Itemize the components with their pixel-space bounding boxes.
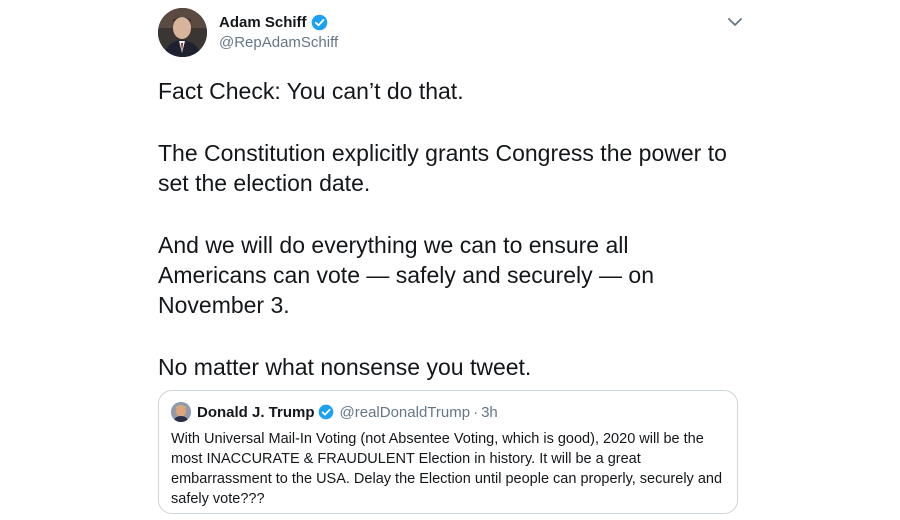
author-name[interactable]: Adam Schiff bbox=[219, 14, 307, 31]
tweet-header: Adam Schiff @RepAdamSchiff bbox=[158, 4, 748, 60]
quoted-tweet-text: With Universal Mail-In Voting (not Absen… bbox=[171, 431, 723, 507]
quoted-author-name: Donald J. Trump bbox=[197, 403, 315, 421]
verified-badge-icon bbox=[318, 404, 334, 420]
quoted-timestamp: 3h bbox=[481, 403, 498, 421]
quoted-tweet[interactable]: Donald J. Trump @realDonaldTrump · 3h Wi… bbox=[158, 390, 738, 514]
tweet-paragraph: The Constitution explicitly grants Congr… bbox=[158, 140, 727, 196]
quoted-author-handle: @realDonaldTrump bbox=[339, 403, 471, 421]
author-name-row: Adam Schiff bbox=[219, 12, 338, 32]
quoted-author-avatar bbox=[171, 402, 191, 422]
tweet-card: Adam Schiff @RepAdamSchiff Fact Check: Y… bbox=[158, 4, 748, 514]
tweet-paragraph: And we will do everything we can to ensu… bbox=[158, 232, 655, 318]
tweet-text: Fact Check: You can’t do that. The Const… bbox=[158, 76, 738, 414]
author-avatar[interactable] bbox=[158, 8, 207, 57]
author-names: Adam Schiff @RepAdamSchiff bbox=[219, 12, 338, 52]
verified-badge-icon bbox=[311, 14, 328, 31]
quoted-separator: · bbox=[473, 403, 479, 421]
author-handle[interactable]: @RepAdamSchiff bbox=[219, 34, 338, 51]
tweet-paragraph: No matter what nonsense you tweet. bbox=[158, 354, 532, 380]
chevron-down-icon[interactable] bbox=[726, 13, 744, 31]
tweet-paragraph: Fact Check: You can’t do that. bbox=[158, 78, 464, 104]
quoted-tweet-header: Donald J. Trump @realDonaldTrump · 3h bbox=[171, 401, 725, 423]
